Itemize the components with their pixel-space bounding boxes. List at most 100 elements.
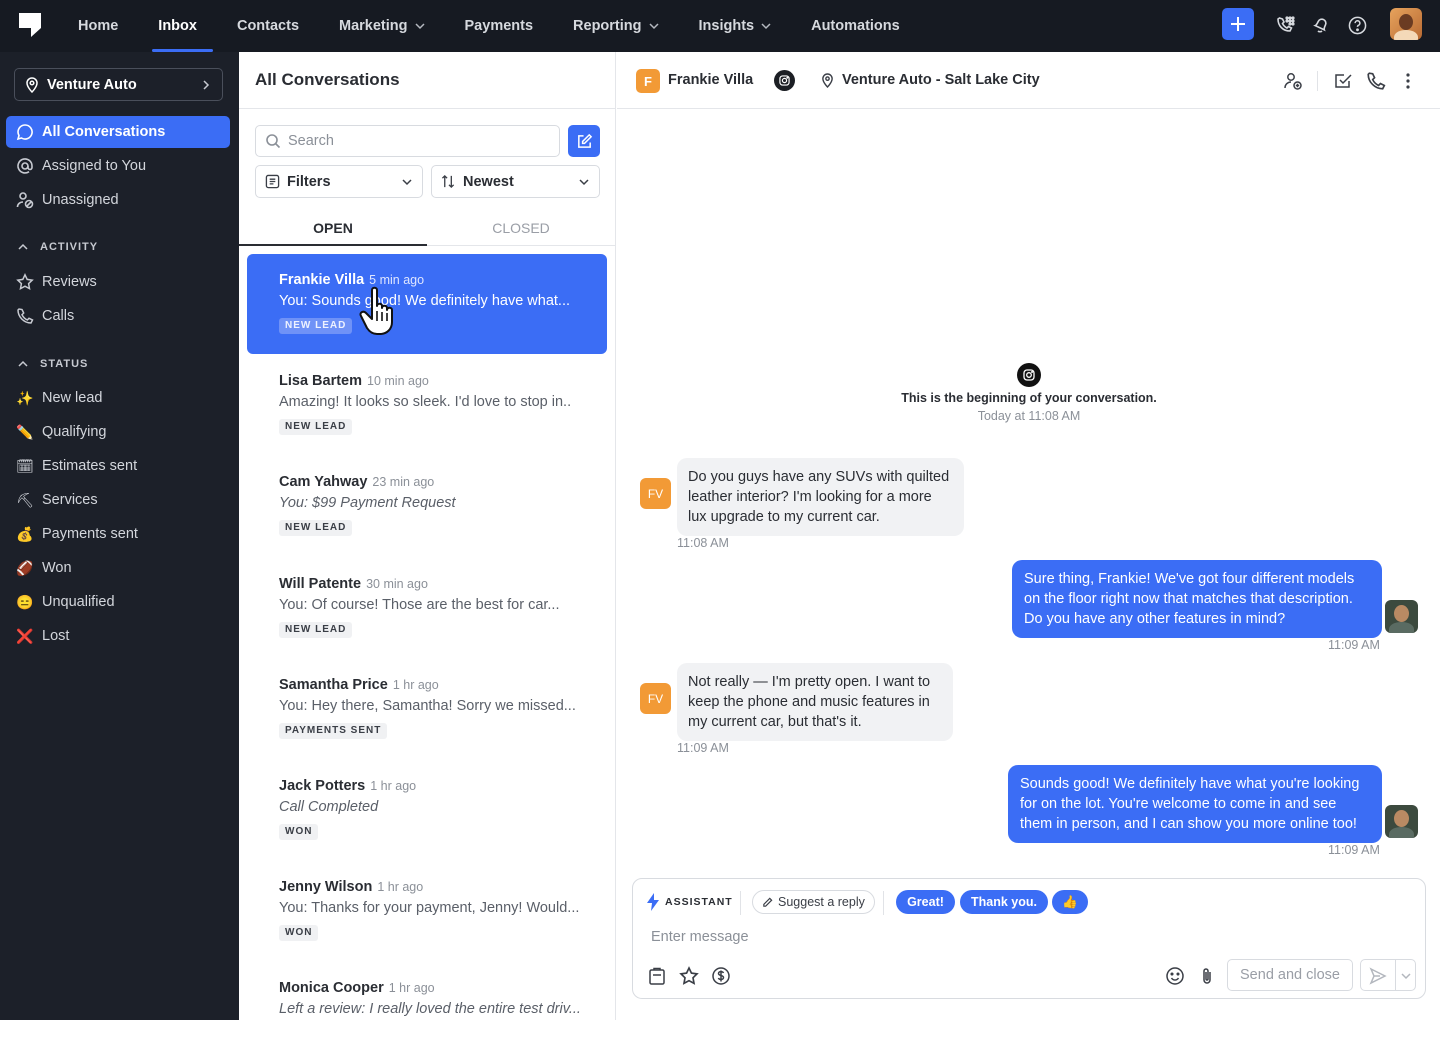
sidebar-item-label: Lost [42, 628, 70, 644]
nav-item-home[interactable]: Home [58, 0, 138, 52]
message-line: them in person, and I can show you more … [1020, 816, 1357, 832]
nav-item-insights[interactable]: Insights [679, 0, 792, 52]
emoji-icon[interactable] [1165, 966, 1185, 986]
assistant-button[interactable]: ASSISTANT [647, 893, 733, 911]
send-button[interactable] [1360, 959, 1416, 991]
user-avatar[interactable] [1390, 8, 1422, 40]
agent-avatar [1385, 600, 1418, 633]
search-input[interactable]: Search [255, 125, 560, 157]
location-label: Venture Auto - Salt Lake City [842, 72, 1040, 88]
message-line: my current car, but that's it. [688, 714, 862, 730]
sidebar-status-unqualified[interactable]: 😑 Unqualified [6, 586, 230, 618]
conversation-start-text: This is the beginning of your conversati… [901, 391, 1157, 405]
search-icon [266, 134, 281, 149]
location-selector[interactable]: Venture Auto [14, 68, 223, 101]
outgoing-message: Sure thing, Frankie! We've got four diff… [1012, 560, 1382, 638]
notifications-button[interactable] [1310, 14, 1332, 36]
conversation-header: F Frankie Villa Venture Auto - Salt Lake… [617, 52, 1440, 109]
assign-user-icon[interactable] [1283, 71, 1303, 91]
clipboard-templates-icon[interactable] [647, 966, 667, 986]
phone-dialpad-icon [1277, 16, 1295, 32]
conversation-contact: Cam Yahway 23 min ago [279, 474, 434, 490]
message-input[interactable]: Enter message [651, 929, 749, 945]
nav-item-inbox[interactable]: Inbox [138, 0, 217, 52]
help-button[interactable] [1346, 14, 1368, 36]
sidebar-status-qualifying[interactable]: ✏️ Qualifying [6, 416, 230, 448]
payment-request-icon[interactable] [711, 966, 731, 986]
tab-open[interactable]: OPEN [239, 220, 427, 236]
contact-name: Jenny Wilson [279, 879, 373, 896]
sidebar-item-unassigned[interactable]: Unassigned [6, 184, 230, 216]
nav-item-marketing[interactable]: Marketing [319, 0, 445, 52]
nav-menu: Home Inbox Contacts Marketing Payments Report… [58, 0, 920, 52]
star-review-icon[interactable] [679, 966, 699, 986]
send-and-close-button[interactable]: Send and close [1227, 959, 1353, 991]
sort-icon [441, 174, 455, 189]
mark-done-icon[interactable] [1333, 71, 1353, 91]
sidebar-status-new-lead[interactable]: ✨ New lead [6, 382, 230, 414]
message-line: Sure thing, Frankie! We've got four diff… [1024, 571, 1355, 587]
conversation-contact: Monica Cooper 1 hr ago [279, 980, 435, 996]
sidebar-item-calls[interactable]: Calls [6, 300, 230, 332]
divider [883, 891, 884, 915]
quick-reply-great[interactable]: Great! [896, 890, 955, 914]
conversation-item[interactable]: Lisa Bartem 10 min ago Amazing! It looks s… [247, 355, 607, 455]
contact-name[interactable]: Frankie Villa [668, 72, 753, 88]
more-options-icon[interactable] [1398, 71, 1418, 91]
contact-avatar: FV [640, 683, 671, 714]
user-unassigned-icon [15, 190, 35, 210]
sidebar-status-estimates-sent[interactable]: 🗓 Estimates sent [6, 450, 230, 482]
sidebar-item-reviews[interactable]: Reviews [6, 266, 230, 298]
activity-heading: ACTIVITY [40, 241, 99, 253]
new-conversation-button[interactable] [568, 125, 600, 157]
chevron-down-icon [761, 23, 771, 30]
conversation-item[interactable]: Will Patente 30 min ago You: Of course! Th… [247, 558, 607, 658]
conversation-item[interactable]: Cam Yahway 23 min ago You: $99 Payment Req… [247, 456, 607, 556]
app-logo-icon[interactable] [18, 12, 42, 38]
call-icon[interactable] [1366, 71, 1386, 91]
top-navigation: Home Inbox Contacts Marketing Payments Report… [0, 0, 1440, 52]
nav-item-contacts[interactable]: Contacts [217, 0, 319, 52]
quick-reply-thank-you[interactable]: Thank you. [960, 890, 1048, 914]
status-section-toggle[interactable]: STATUS [18, 358, 88, 370]
conversation-time: 10 min ago [367, 374, 429, 389]
sidebar-item-all-conversations[interactable]: All Conversations [6, 116, 230, 148]
conversation-contact: Lisa Bartem 10 min ago [279, 373, 429, 389]
sidebar-status-lost[interactable]: ❌ Lost [6, 620, 230, 652]
sidebar-item-label: Won [42, 560, 72, 576]
nav-item-reporting[interactable]: Reporting [553, 0, 678, 52]
status-emoji-icon: 💰 [16, 525, 34, 542]
activity-section-toggle[interactable]: ACTIVITY [18, 241, 98, 253]
help-icon [1348, 16, 1366, 34]
conversation-item[interactable]: Jack Potters 1 hr ago Call Completed WON [247, 760, 607, 860]
plus-icon [1231, 17, 1245, 31]
conversation-item[interactable]: Monica Cooper 1 hr ago Left a review: I re… [247, 962, 607, 1062]
sidebar-status-payments-sent[interactable]: 💰 Payments sent [6, 518, 230, 550]
create-button[interactable] [1222, 8, 1254, 40]
phone-dialpad-button[interactable] [1274, 14, 1296, 36]
quick-reply-thumbs-up[interactable]: 👍 [1052, 890, 1088, 914]
chevron-down-icon[interactable] [1401, 972, 1411, 980]
conversation-contact: Will Patente 30 min ago [279, 576, 428, 592]
contact-avatar[interactable]: F [636, 69, 660, 93]
sort-dropdown[interactable]: Newest [431, 165, 600, 198]
sidebar-status-services[interactable]: ⛏ Services [6, 484, 230, 516]
tab-closed[interactable]: CLOSED [427, 220, 615, 236]
sidebar-status-won[interactable]: 🏈 Won [6, 552, 230, 584]
conversation-item[interactable]: Samantha Price 1 hr ago You: Hey there, Sa… [247, 659, 607, 759]
conversation-contact: Samantha Price 1 hr ago [279, 677, 439, 693]
contact-name: Samantha Price [279, 676, 388, 693]
sidebar-item-label: Calls [42, 308, 75, 324]
status-heading: STATUS [40, 358, 89, 370]
suggest-reply-button[interactable]: Suggest a reply [752, 890, 875, 914]
message-line: Sounds good! We definitely have what you… [1020, 776, 1360, 792]
status-emoji-icon: 🏈 [16, 559, 34, 576]
nav-item-payments[interactable]: Payments [445, 0, 554, 52]
conversation-item[interactable]: Jenny Wilson 1 hr ago You: Thanks for your… [247, 861, 607, 961]
filters-dropdown[interactable]: Filters [255, 165, 423, 198]
sidebar-item-assigned-to-you[interactable]: Assigned to You [6, 150, 230, 182]
paperclip-icon[interactable] [1197, 966, 1217, 986]
sidebar-item-label: Reviews [42, 274, 97, 290]
conversation-item[interactable]: Frankie Villa 5 min ago You: Sounds good! … [247, 254, 607, 354]
nav-item-automations[interactable]: Automations [791, 0, 920, 52]
